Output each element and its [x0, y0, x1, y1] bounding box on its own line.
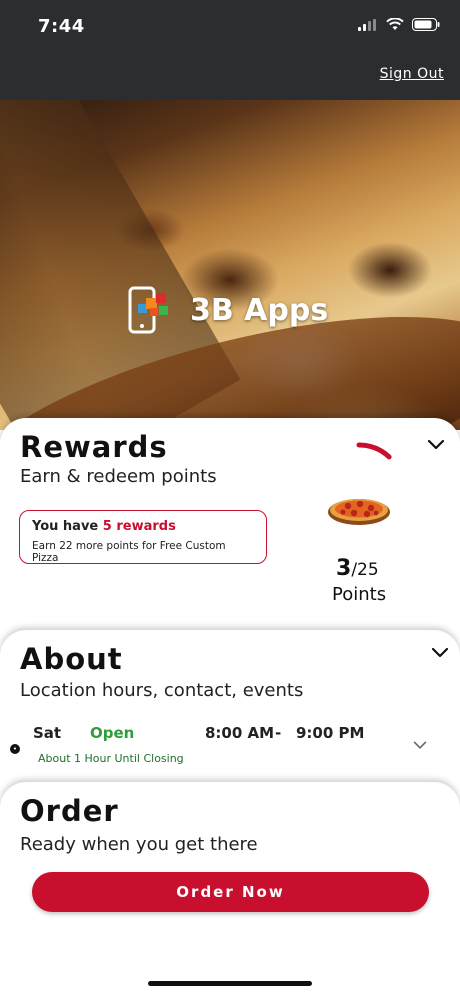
chevron-down-icon[interactable] [426, 438, 446, 452]
points-total: /25 [351, 560, 379, 580]
about-subtitle: Location hours, contact, events [20, 680, 304, 701]
brand-logo-icon [128, 286, 168, 334]
hero-image: 3B Apps [0, 100, 460, 430]
rewards-count: 5 rewards [102, 519, 176, 534]
top-bar: 7:44 Sign Out [0, 0, 460, 100]
earn-more-text: Earn 22 more points for Free Custom Pizz… [32, 540, 226, 564]
order-card[interactable]: Order Ready when you get there Order Now [0, 782, 460, 996]
order-now-button[interactable]: Order Now [32, 872, 429, 912]
info-icon: • [10, 744, 20, 754]
rewards-count-line: You have 5 rewards [32, 519, 254, 534]
points-label: Points [332, 584, 387, 605]
status-icons [358, 18, 440, 31]
you-have-label: You have [32, 519, 99, 534]
signal-icon [358, 18, 376, 31]
rewards-summary-box[interactable]: You have 5 rewards Earn 22 more points f… [19, 510, 267, 564]
chevron-down-icon[interactable] [412, 740, 428, 751]
home-indicator[interactable] [148, 981, 312, 986]
chevron-down-icon[interactable] [430, 646, 450, 660]
order-subtitle: Ready when you get there [20, 834, 258, 855]
open-status: Open [90, 724, 135, 742]
progress-arc [356, 442, 392, 460]
rewards-subtitle: Earn & redeem points [20, 466, 217, 487]
hours-row[interactable]: Sat Open 8:00 AM - 9:00 PM • About 1 Hou… [0, 722, 460, 772]
time-separator: - [275, 724, 282, 742]
sign-out-link[interactable]: Sign Out [380, 66, 444, 82]
about-title: About [20, 642, 123, 676]
rewards-card[interactable]: Rewards Earn & redeem points You have 5 … [0, 418, 460, 648]
about-card[interactable]: About Location hours, contact, events Sa… [0, 630, 460, 800]
points-current: 3 [336, 556, 352, 581]
brand-logo: 3B Apps [128, 286, 328, 334]
until-closing-text: About 1 Hour Until Closing [38, 752, 184, 765]
order-title: Order [20, 794, 119, 828]
close-time: 9:00 PM [296, 724, 365, 742]
points-progress-ring [314, 442, 404, 536]
status-time: 7:44 [38, 16, 85, 37]
open-time: 8:00 AM [205, 724, 275, 742]
battery-icon [412, 18, 440, 31]
wifi-icon [386, 18, 404, 30]
hours-day: Sat [33, 724, 62, 742]
brand-name: 3B Apps [190, 292, 329, 328]
points-count: 3/25 [336, 556, 379, 581]
rewards-title: Rewards [20, 430, 168, 464]
